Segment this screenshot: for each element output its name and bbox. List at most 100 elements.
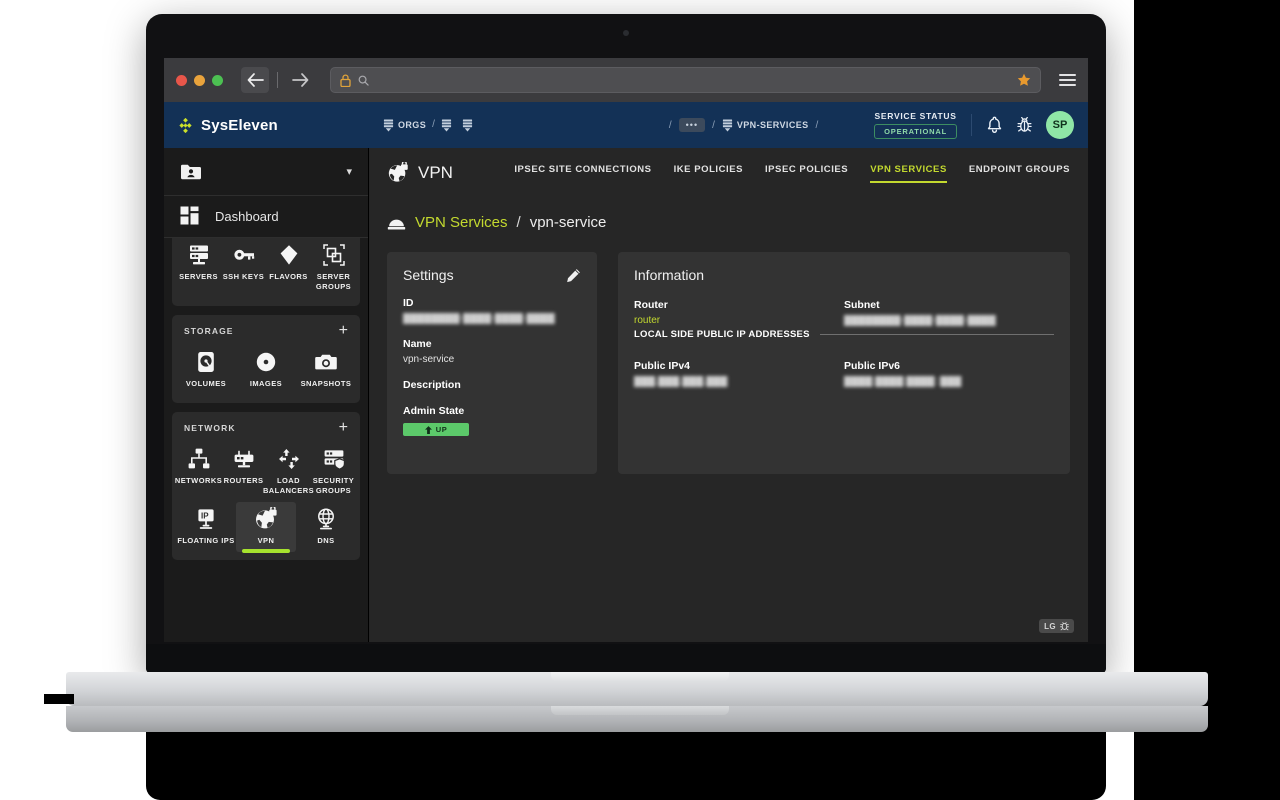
- brand-logo-area[interactable]: SysEleven: [178, 117, 383, 134]
- sidebar-item-images[interactable]: IMAGES: [236, 345, 296, 395]
- corner-debug-badge[interactable]: LG: [1039, 619, 1074, 633]
- star-icon[interactable]: [1017, 73, 1031, 87]
- topbar-breadcrumb-left: ORGS /: [383, 119, 613, 132]
- breadcrumb-project-2[interactable]: [462, 119, 477, 132]
- sidebar-item-dashboard[interactable]: Dashboard: [164, 196, 368, 238]
- sidebar-item-snapshots[interactable]: SNAPSHOTS: [296, 345, 356, 395]
- center-breadcrumb-sep-2: /: [712, 119, 715, 131]
- sidebar-group-storage-title: STORAGE: [184, 326, 234, 336]
- camera-icon: [315, 354, 337, 370]
- admin-state-badge: UP: [403, 423, 469, 436]
- hamburger-menu-icon: [1059, 74, 1076, 76]
- address-bar[interactable]: [330, 67, 1041, 93]
- sub-breadcrumb: VPN Services / vpn-service: [387, 214, 1070, 231]
- information-card-title: Information: [634, 267, 705, 283]
- project-icon: [462, 119, 472, 131]
- tab-ipsec-site-connections[interactable]: IPSEC SITE CONNECTIONS: [514, 164, 651, 183]
- breadcrumb-project-1[interactable]: [441, 119, 456, 132]
- router-icon: [234, 450, 253, 468]
- field-value-name: vpn-service: [403, 354, 455, 365]
- information-col-ipv6: Public IPv6 ████:████:████::███: [844, 360, 1054, 387]
- main-header: VPN IPSEC SITE CONNECTIONS IKE POLICIES …: [387, 162, 1070, 184]
- breadcrumb-orgs[interactable]: ORGS: [383, 119, 426, 132]
- server-groups-icon: [322, 244, 345, 266]
- sidebar-item-vpn[interactable]: VPN: [235, 502, 296, 553]
- pencil-edit-icon[interactable]: [566, 268, 581, 283]
- dns-globe-icon: [318, 508, 334, 530]
- tab-vpn-services[interactable]: VPN SERVICES: [870, 164, 947, 183]
- brand-name: SysEleven: [201, 116, 278, 134]
- sidebar-item-volumes[interactable]: VOLUMES: [176, 345, 236, 395]
- service-status[interactable]: SERVICE STATUS OPERATIONAL: [874, 111, 957, 139]
- sidebar-item-routers-label: ROUTERS: [223, 476, 264, 485]
- vpn-service-dome-icon: [387, 219, 406, 230]
- browser-toolbar: [164, 58, 1088, 102]
- field-label-public-ipv6: Public IPv6: [844, 360, 901, 372]
- laptop-lid-chin: [146, 644, 1106, 674]
- sidebar-item-dns-label: DNS: [317, 536, 335, 545]
- svg-text:IP: IP: [201, 511, 209, 520]
- back-button[interactable]: [241, 67, 269, 93]
- add-network-button[interactable]: +: [339, 420, 348, 436]
- sidebar-item-flavors[interactable]: FLAVORS: [266, 238, 311, 298]
- sidebar-item-servers[interactable]: SERVERS: [176, 238, 221, 298]
- center-breadcrumb-overflow-chip[interactable]: •••: [678, 118, 706, 132]
- sidebar-item-load-balancers[interactable]: LOAD BALANCERS: [262, 442, 315, 502]
- toolbar-divider: [277, 72, 278, 88]
- sidebar-item-images-label: IMAGES: [249, 379, 283, 388]
- laptop-lower-shadow: [146, 730, 1106, 800]
- vpn-globe-lock-icon: [255, 507, 277, 529]
- field-label-public-ipv4: Public IPv4: [634, 360, 691, 372]
- center-breadcrumb-vpn-services[interactable]: VPN-SERVICES: [722, 119, 809, 132]
- sidebar-item-load-balancers-label: LOAD BALANCERS: [262, 476, 315, 495]
- field-value-router[interactable]: router: [634, 315, 830, 326]
- floating-ip-icon: IP: [198, 509, 214, 529]
- sidebar-item-vpn-active-indicator: [241, 549, 290, 553]
- settings-card-header: Settings: [403, 267, 581, 283]
- local-side-section-header: LOCAL SIDE PUBLIC IP ADDRESSES: [634, 329, 1054, 340]
- sidebar-item-dashboard-label: Dashboard: [215, 209, 279, 224]
- sidebar-scroll-area[interactable]: SERVERS SSH KEYS FLAVORS SERVER GROUPS S…: [164, 238, 368, 642]
- service-status-label: SERVICE STATUS: [874, 111, 957, 121]
- sidebar-item-ssh-keys[interactable]: SSH KEYS: [221, 238, 266, 298]
- bell-icon: [987, 116, 1002, 133]
- browser-menu-button[interactable]: [1059, 74, 1076, 86]
- sidebar-item-vpn-label: VPN: [257, 536, 275, 545]
- dashboard-grid-icon: [180, 206, 199, 225]
- tab-ipsec-policies[interactable]: IPSEC POLICIES: [765, 164, 848, 183]
- add-storage-button[interactable]: +: [339, 323, 348, 339]
- sidebar-item-server-groups-label: SERVER GROUPS: [315, 272, 352, 291]
- network-tree-icon: [188, 448, 209, 469]
- information-card: Information Router router Subnet ███████…: [618, 252, 1070, 474]
- notifications-button[interactable]: [986, 116, 1003, 134]
- forward-button[interactable]: [286, 67, 314, 93]
- app-body: ▾ Dashboard SERVERS SSH KEYS FLAVORS SER…: [164, 148, 1088, 642]
- sidebar-item-routers[interactable]: ROUTERS: [221, 442, 266, 502]
- sidebar-item-dns[interactable]: DNS: [296, 502, 356, 552]
- sidebar-item-snapshots-label: SNAPSHOTS: [300, 379, 352, 388]
- close-window-button[interactable]: [176, 74, 187, 86]
- org-selector-left: [180, 162, 212, 181]
- bug-icon: [1060, 622, 1069, 631]
- sidebar-item-server-groups[interactable]: SERVER GROUPS: [311, 238, 356, 298]
- field-value-public-ipv4: ███.███.███.███: [634, 376, 728, 387]
- sidebar-item-ssh-keys-label: SSH KEYS: [222, 272, 265, 281]
- avatar[interactable]: SP: [1046, 111, 1074, 139]
- tab-ike-policies[interactable]: IKE POLICIES: [674, 164, 743, 183]
- information-col-subnet: Subnet ████████-████-████-████: [844, 285, 1054, 326]
- sidebar-item-floating-ips[interactable]: IP FLOATING IPS: [176, 502, 236, 552]
- bug-icon: [1017, 116, 1032, 132]
- sub-breadcrumb-separator: /: [516, 214, 521, 231]
- org-selector[interactable]: ▾: [164, 148, 368, 196]
- report-bug-button[interactable]: [1017, 116, 1032, 134]
- tab-endpoint-groups[interactable]: ENDPOINT GROUPS: [969, 164, 1070, 183]
- settings-card-title: Settings: [403, 267, 454, 283]
- field-value-id: ████████-████-████-████: [403, 313, 555, 324]
- sidebar-item-security-groups[interactable]: SECURITY GROUPS: [311, 442, 356, 502]
- minimize-window-button[interactable]: [194, 74, 205, 86]
- maximize-window-button[interactable]: [212, 74, 223, 86]
- sub-breadcrumb-link[interactable]: VPN Services: [415, 214, 508, 231]
- sidebar-item-networks[interactable]: NETWORKS: [175, 442, 222, 502]
- load-balancer-icon: [278, 449, 299, 469]
- sidebar-group-compute-tiles: SERVERS SSH KEYS FLAVORS SERVER GROUPS: [176, 238, 356, 298]
